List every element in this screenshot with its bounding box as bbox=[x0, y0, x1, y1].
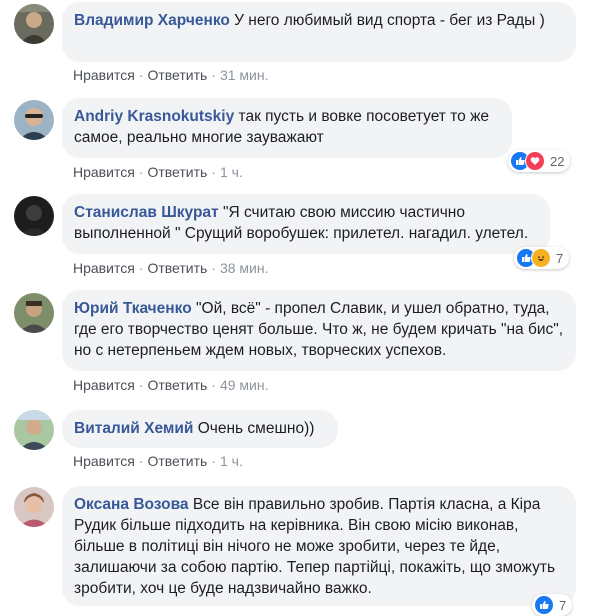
timestamp[interactable]: 1 ч. bbox=[220, 164, 243, 180]
separator: · bbox=[211, 453, 216, 469]
reply-button[interactable]: Ответить bbox=[147, 377, 207, 393]
reaction-summary[interactable]: 7 bbox=[532, 594, 573, 616]
timestamp[interactable]: 49 мин. bbox=[220, 377, 269, 393]
timestamp[interactable]: 38 мин. bbox=[220, 260, 269, 276]
comment-actions: Нравится · Ответить · 49 мин. bbox=[73, 377, 269, 393]
separator: · bbox=[138, 453, 144, 469]
avatar[interactable] bbox=[14, 100, 54, 140]
like-button[interactable]: Нравится bbox=[73, 260, 135, 276]
separator: · bbox=[211, 260, 216, 276]
timestamp[interactable]: 1 ч. bbox=[220, 453, 243, 469]
comment-actions: Нравится · Ответить · 31 мин. bbox=[73, 67, 269, 83]
comment-actions: Нравится · Ответить · 1 ч. bbox=[73, 164, 243, 180]
timestamp[interactable]: 31 мин. bbox=[220, 67, 269, 83]
love-reaction-icon bbox=[525, 151, 545, 171]
comment-text: У него любимый вид спорта - бег из Рады … bbox=[234, 12, 545, 29]
reaction-count: 7 bbox=[556, 250, 564, 266]
like-reaction-icon bbox=[534, 595, 554, 615]
separator: · bbox=[211, 164, 216, 180]
comment-actions: Нравится · Ответить · 38 мин. bbox=[73, 260, 269, 276]
separator: · bbox=[138, 67, 144, 83]
author-name[interactable]: Станислав Шкурат bbox=[74, 204, 219, 221]
comment-bubble: Владимир Харченко У него любимый вид спо… bbox=[62, 2, 576, 62]
comment-bubble: Юрий Ткаченко "Ой, всё" - пропел Славик,… bbox=[62, 290, 576, 371]
haha-reaction-icon bbox=[531, 248, 551, 268]
like-button[interactable]: Нравится bbox=[73, 164, 135, 180]
separator: · bbox=[138, 377, 144, 393]
author-name[interactable]: Юрий Ткаченко bbox=[74, 300, 192, 317]
author-name[interactable]: Оксана Возова bbox=[74, 496, 189, 513]
separator: · bbox=[138, 164, 144, 180]
avatar[interactable] bbox=[14, 410, 54, 450]
separator: · bbox=[211, 377, 216, 393]
reply-button[interactable]: Ответить bbox=[147, 164, 207, 180]
reply-button[interactable]: Ответить bbox=[147, 260, 207, 276]
comment-bubble: Станислав Шкурат "Я считаю свою миссию ч… bbox=[62, 194, 550, 254]
comment-actions: Нравится · Ответить · 1 ч. bbox=[73, 453, 243, 469]
comment-bubble: Andriy Krasnokutskiy так пусть и вовке п… bbox=[62, 98, 512, 158]
comment-bubble: Оксана Возова Все він правильно зробив. … bbox=[62, 486, 576, 606]
avatar[interactable] bbox=[14, 293, 54, 333]
like-button[interactable]: Нравится bbox=[73, 377, 135, 393]
reaction-count: 7 bbox=[559, 597, 567, 613]
separator: · bbox=[211, 67, 216, 83]
author-name[interactable]: Виталий Хемий bbox=[74, 420, 193, 437]
separator: · bbox=[138, 260, 144, 276]
avatar[interactable] bbox=[14, 487, 54, 527]
like-button[interactable]: Нравится bbox=[73, 67, 135, 83]
reply-button[interactable]: Ответить bbox=[147, 67, 207, 83]
avatar[interactable] bbox=[14, 4, 54, 44]
reaction-summary[interactable]: 7 bbox=[514, 247, 570, 269]
author-name[interactable]: Andriy Krasnokutskiy bbox=[74, 108, 234, 125]
like-button[interactable]: Нравится bbox=[73, 453, 135, 469]
comment-text: Очень смешно)) bbox=[197, 420, 315, 437]
avatar[interactable] bbox=[14, 196, 54, 236]
author-name[interactable]: Владимир Харченко bbox=[74, 12, 230, 29]
reaction-count: 22 bbox=[550, 153, 565, 169]
reply-button[interactable]: Ответить bbox=[147, 453, 207, 469]
reaction-summary[interactable]: 22 bbox=[508, 150, 571, 172]
comment-bubble: Виталий Хемий Очень смешно)) bbox=[62, 410, 338, 448]
